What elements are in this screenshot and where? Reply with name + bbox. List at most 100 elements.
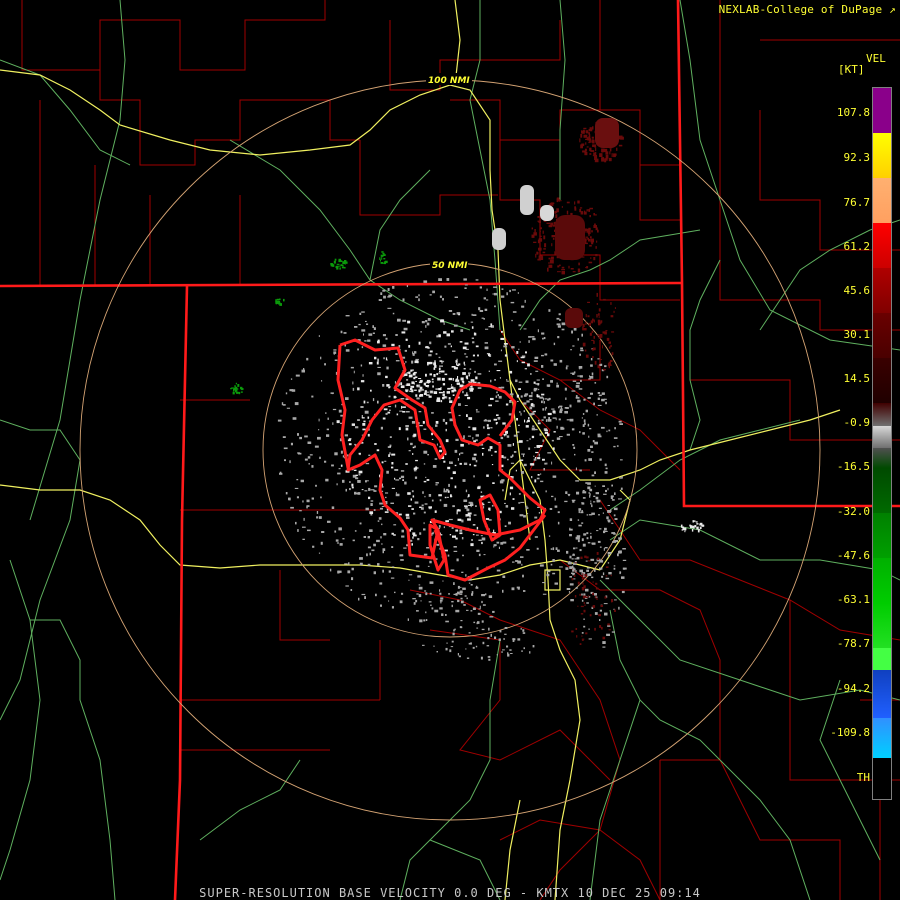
echo-pixel — [406, 516, 410, 519]
echo-pixel — [443, 396, 446, 398]
echo-pixel — [361, 311, 365, 313]
echo-pixel — [443, 526, 445, 529]
echo-pixel — [483, 297, 486, 300]
echo-pixel — [372, 325, 374, 328]
echo-pixel — [386, 470, 389, 474]
echo-pixel — [402, 406, 406, 408]
echo-pixel — [479, 310, 484, 312]
echo-pixel — [452, 535, 456, 538]
echo-pixel — [381, 506, 385, 507]
echo-pixel — [367, 536, 370, 539]
echo-pixel — [344, 434, 348, 437]
echo-pixel — [614, 609, 616, 612]
echo-pixel — [351, 483, 354, 487]
echo-pixel — [496, 370, 501, 372]
echo-pixel — [595, 254, 598, 257]
echo-pixel — [460, 586, 462, 588]
echo-pixel — [464, 505, 468, 507]
echo-pixel — [523, 402, 527, 405]
echo-pixel — [549, 259, 554, 264]
echo-pixel — [434, 458, 438, 460]
echo-pixel — [572, 271, 576, 273]
echo-pixel — [314, 445, 319, 448]
echo-pixel — [307, 529, 311, 532]
echo-pixel — [431, 381, 434, 383]
echo-pixel — [577, 338, 579, 341]
link-icon[interactable]: ↗ — [889, 3, 896, 16]
echo-pixel — [389, 444, 392, 447]
echo-pixel — [436, 373, 439, 376]
echo-pixel — [569, 404, 572, 408]
echo-pixel — [533, 387, 538, 391]
colorbar-segment — [873, 718, 891, 758]
echo-pixel — [498, 546, 500, 549]
echo-pixel — [415, 380, 417, 382]
echo-pixel — [463, 604, 466, 606]
echo-pixel — [417, 538, 420, 541]
echo-pixel — [606, 633, 610, 636]
echo-pixel — [351, 577, 354, 581]
echo-pixel — [384, 511, 389, 513]
echo-pixel — [365, 480, 367, 483]
echo-pixel — [553, 363, 557, 366]
echo-pixel — [522, 632, 526, 634]
echo-pixel — [518, 424, 520, 426]
echo-pixel — [338, 265, 341, 267]
echo-pixel — [401, 592, 404, 595]
echo-pixel — [364, 596, 366, 599]
echo-pixel — [408, 579, 410, 581]
echo-pixel — [366, 401, 369, 404]
echo-pixel — [353, 469, 357, 471]
echo-pixel — [466, 392, 468, 395]
echo-pixel — [520, 395, 523, 398]
echo-pixel — [388, 406, 392, 408]
tick-label: 30.1 — [843, 328, 871, 341]
echo-pixel — [464, 342, 469, 345]
echo-pixel — [572, 380, 577, 382]
echo-pixel — [522, 629, 525, 632]
echo-pixel — [413, 371, 417, 374]
echo-pixel — [604, 365, 607, 368]
echo-pixel — [391, 487, 395, 489]
echo-pixel — [400, 475, 405, 479]
echo-pixel — [542, 378, 544, 380]
echo-pixel — [532, 425, 535, 428]
echo-pixel — [468, 426, 471, 428]
road — [609, 609, 721, 761]
echo-pixel — [423, 450, 428, 454]
echo-pixel — [595, 155, 598, 159]
echo-pixel — [462, 554, 464, 557]
echo-pixel — [510, 462, 515, 464]
echo-pixel — [369, 511, 373, 514]
echo-pixel — [604, 596, 607, 599]
echo-pixel — [357, 387, 360, 391]
echo-pixel — [465, 489, 468, 493]
road — [369, 169, 431, 281]
echo-pixel — [443, 503, 448, 507]
echo-pixel — [618, 420, 622, 423]
echo-pixel — [475, 376, 478, 380]
echo-pixel — [568, 494, 570, 497]
echo-pixel — [588, 322, 591, 326]
echo-pixel — [528, 395, 533, 398]
echo-pixel — [443, 331, 447, 334]
echo-pixel — [478, 608, 481, 610]
echo-pixel — [508, 413, 512, 416]
echo-pixel — [585, 314, 587, 318]
echo-pixel — [605, 401, 607, 405]
echo-pixel — [279, 472, 283, 475]
echo-pixel — [484, 346, 489, 350]
road — [609, 419, 801, 511]
echo-pixel — [539, 433, 542, 436]
echo-pixel — [597, 540, 601, 543]
echo-pixel — [339, 267, 341, 270]
echo-pixel — [561, 269, 565, 271]
echo-pixel — [546, 462, 548, 465]
echo-cluster-darkred — [595, 118, 619, 148]
echo-pixel — [473, 514, 477, 516]
echo-pixel — [587, 315, 590, 318]
echo-pixel — [420, 600, 422, 602]
echo-pixel — [481, 541, 483, 545]
echo-pixel — [344, 563, 348, 565]
echo-pixel — [562, 458, 566, 460]
